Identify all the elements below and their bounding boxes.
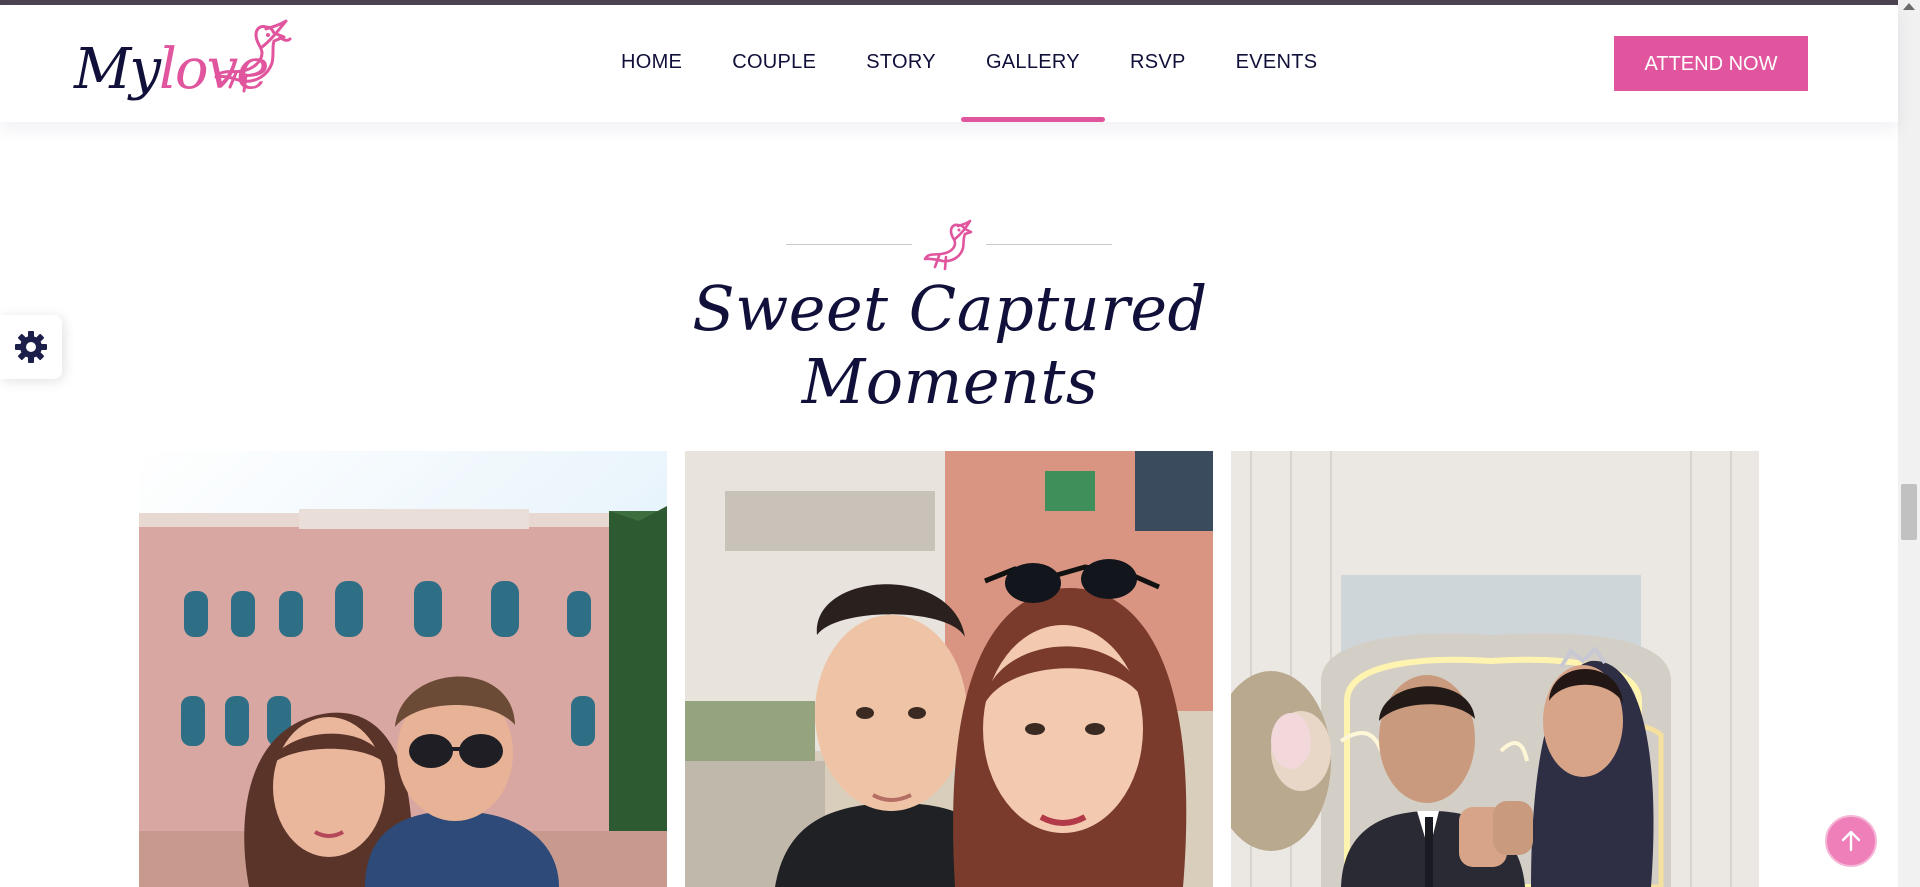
gallery-photo-2[interactable] — [685, 451, 1213, 887]
dove-icon — [214, 19, 292, 93]
page-scrollbar[interactable] — [1898, 0, 1920, 887]
settings-panel-toggle[interactable] — [0, 315, 62, 379]
arrow-up-icon — [1841, 830, 1861, 852]
scroll-up-arrow-icon[interactable] — [1903, 3, 1915, 10]
nav-home[interactable]: HOME — [596, 5, 707, 122]
nav-events[interactable]: EVENTS — [1211, 5, 1343, 122]
attend-now-button[interactable]: ATTEND NOW — [1614, 36, 1808, 91]
title-divider-left — [786, 244, 912, 245]
gallery-photo-1[interactable] — [139, 451, 667, 887]
couple-selfie-street-image — [685, 451, 1213, 887]
gallery-title: Sweet Captured Moments — [692, 272, 1208, 418]
nav-rsvp[interactable]: RSVP — [1105, 5, 1211, 122]
site-logo[interactable]: Mylove — [74, 17, 294, 117]
nav-couple[interactable]: COUPLE — [707, 5, 841, 122]
title-divider-right — [986, 244, 1112, 245]
gear-icon — [15, 331, 47, 363]
nav-gallery[interactable]: GALLERY — [960, 5, 1105, 122]
couple-selfie-historic-building-image — [139, 451, 667, 887]
nav-story[interactable]: STORY — [841, 5, 961, 122]
main-nav: HOME COUPLE STORY GALLERY RSVP EVENTS — [596, 5, 1342, 122]
dove-icon — [923, 219, 973, 271]
gallery-photo-3[interactable] — [1231, 451, 1759, 887]
couple-engagement-neon-image — [1231, 451, 1759, 887]
logo-text-my: My — [74, 37, 161, 102]
site-header: Mylove HOME COUPLE STORY GALLERY RSVP EV… — [0, 5, 1898, 122]
back-to-top-button[interactable] — [1825, 815, 1877, 867]
scrollbar-thumb[interactable] — [1901, 484, 1917, 540]
